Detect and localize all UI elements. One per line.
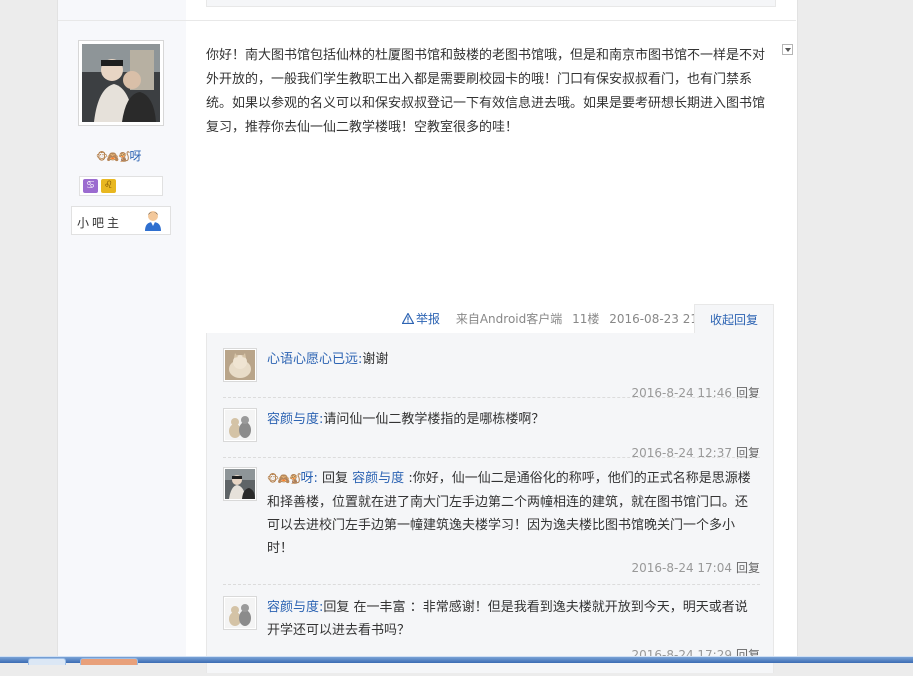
post-paragraph: 你好！南大图书馆包括仙林的杜厦图书馆和鼓楼的老图书馆哦，但是和南京市图书馆不一样… bbox=[206, 48, 766, 135]
reply-meta: 2016-8-24 11:46 回复 bbox=[631, 384, 760, 401]
reply-username[interactable]: 容颜与度: bbox=[267, 412, 323, 427]
moderator-badge[interactable]: 小吧主 bbox=[71, 206, 171, 235]
reply-prefix: 回复 bbox=[322, 471, 349, 486]
reply-username[interactable]: 心语心愿心已远: bbox=[267, 352, 362, 367]
author-name[interactable]: 🐵🙈🐒呀 bbox=[96, 147, 141, 164]
reply-to-username[interactable]: 容颜与度 bbox=[352, 471, 404, 486]
reply-content: 心语心愿心已远:谢谢 bbox=[267, 348, 759, 371]
reply-username[interactable]: 呀: bbox=[300, 471, 317, 486]
reply-text: 谢谢 bbox=[362, 352, 389, 367]
reply-avatar[interactable] bbox=[223, 348, 257, 382]
reply-time: 2016-8-24 17:04 bbox=[631, 561, 732, 575]
role-label: 小吧主 bbox=[77, 216, 123, 230]
list-item: 容颜与度:回复 在一丰富 ：非常感谢！但是我看到逸夫楼就开放到今天，明天或者说开… bbox=[223, 596, 760, 676]
reply-content: 🐵🙈🐒呀: 回复 容颜与度 :你好，仙一仙二是通俗化的称呼，他们的正式名称是思源… bbox=[267, 467, 759, 560]
warning-icon bbox=[402, 313, 414, 324]
cats-avatar-image bbox=[225, 410, 255, 440]
cancer-sign-icon[interactable]: ♋ bbox=[83, 179, 98, 193]
cats-avatar-image bbox=[225, 598, 255, 628]
reply-avatar[interactable] bbox=[223, 596, 257, 630]
post-menu-chevron-down-icon[interactable] bbox=[782, 44, 793, 55]
post-source: 来自Android客户端 bbox=[455, 312, 563, 326]
author-avatar[interactable] bbox=[78, 40, 164, 126]
reply-user-emoji: 🐵🙈🐒 bbox=[267, 474, 301, 485]
user-icon bbox=[145, 211, 161, 231]
list-item: 心语心愿心已远:谢谢 2016-8-24 11:46 回复 bbox=[223, 348, 760, 400]
leo-sign-icon[interactable]: ♌ bbox=[101, 179, 116, 193]
tieba-thread-page: 🐵🙈🐒呀 ♋ ♌ 小吧主 你好！南大图书馆包括仙林的杜厦图书馆和鼓楼的老图书馆哦… bbox=[0, 0, 913, 673]
list-item: 🐵🙈🐒呀: 回复 容颜与度 :你好，仙一仙二是通俗化的称呼，他们的正式名称是思源… bbox=[223, 467, 760, 577]
reply-list: 心语心愿心已远:谢谢 2016-8-24 11:46 回复 容颜与度:请问仙一仙二… bbox=[206, 333, 774, 673]
previous-reply-box bbox=[206, 0, 776, 7]
author-photo bbox=[82, 44, 160, 122]
cat-avatar-image bbox=[225, 350, 255, 380]
reply-divider bbox=[223, 397, 760, 398]
list-item: 容颜与度:请问仙一仙二教学楼指的是哪栋楼啊？ 2016-8-24 12:37 回复 bbox=[223, 408, 760, 460]
reply-button[interactable]: 回复 bbox=[736, 561, 760, 575]
reply-to-username: 在一丰富 bbox=[353, 600, 406, 615]
reply-username[interactable]: 容颜与度: bbox=[267, 600, 323, 615]
floor-number: 11楼 bbox=[572, 312, 600, 326]
reply-meta: 2016-8-24 17:04 回复 bbox=[631, 559, 760, 576]
reply-meta: 2016-8-24 12:37 回复 bbox=[631, 444, 760, 461]
reply-divider bbox=[223, 457, 760, 458]
collapse-replies-button[interactable]: 收起回复 bbox=[694, 304, 774, 334]
post-tail: 举报 来自Android客户端 11楼 2016-08-23 21:07 bbox=[402, 310, 723, 328]
constellation-badges: ♋ ♌ bbox=[79, 176, 163, 196]
report-label: 举报 bbox=[416, 312, 441, 326]
author-name-text: 呀 bbox=[129, 149, 142, 163]
post-content: 你好！南大图书馆包括仙林的杜厦图书馆和鼓楼的老图书馆哦，但是和南京市图书馆不一样… bbox=[206, 44, 772, 140]
author-name-emoji: 🐵🙈🐒 bbox=[96, 152, 130, 163]
reply-content: 容颜与度:回复 在一丰富 ：非常感谢！但是我看到逸夫楼就开放到今天，明天或者说开… bbox=[267, 596, 759, 642]
report-button[interactable]: 举报 bbox=[402, 312, 446, 326]
reply-divider bbox=[223, 584, 760, 585]
post-divider bbox=[58, 20, 796, 21]
reply-text: 请问仙一仙二教学楼指的是哪栋楼啊？ bbox=[323, 412, 545, 427]
author-avatar-image bbox=[225, 469, 255, 499]
reply-avatar[interactable] bbox=[223, 408, 257, 442]
reply-avatar[interactable] bbox=[223, 467, 257, 501]
reply-content: 容颜与度:请问仙一仙二教学楼指的是哪栋楼啊？ bbox=[267, 408, 759, 431]
reply-prefix: 回复 bbox=[323, 600, 350, 615]
